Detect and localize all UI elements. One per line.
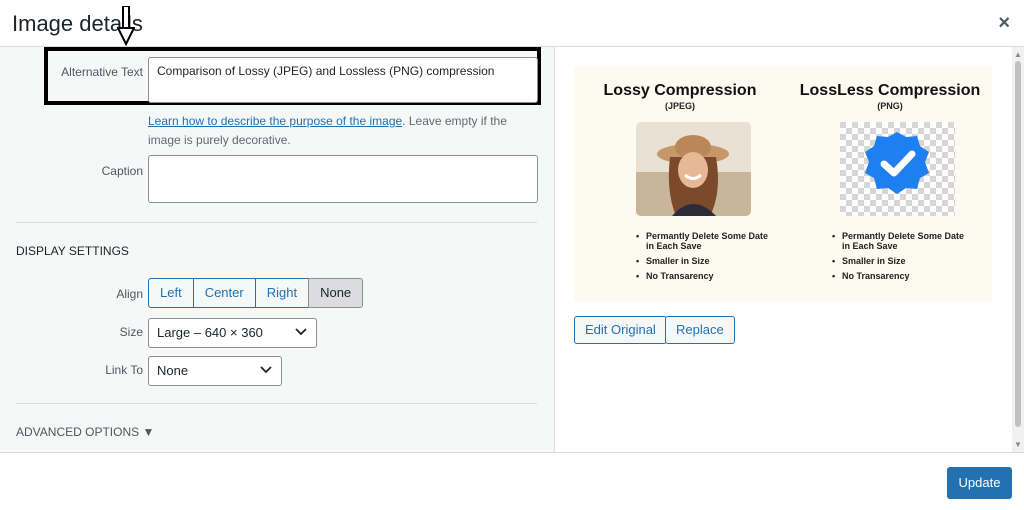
alt-text-help-link[interactable]: Learn how to describe the purpose of the… <box>148 114 402 128</box>
close-icon[interactable]: × <box>998 12 1010 35</box>
lossless-subtitle: (PNG) <box>877 101 903 111</box>
scrollbar[interactable]: ▲ ▼ <box>1012 47 1024 452</box>
chevron-down-icon <box>260 366 272 374</box>
caption-field[interactable] <box>148 155 538 203</box>
align-button-group: Left Center Right None <box>148 278 364 308</box>
image-thumbnail: Lossy Compression (JPEG) LossLess Compre… <box>574 67 992 301</box>
lossless-bullet: Permantly Delete Some Date in Each Save <box>832 231 972 251</box>
alt-text-field[interactable]: Comparison of Lossy (JPEG) and Lossless … <box>148 57 538 103</box>
align-none-button[interactable]: None <box>308 278 364 308</box>
image-preview-pane: Lossy Compression (JPEG) LossLess Compre… <box>556 47 1012 452</box>
align-center-button[interactable]: Center <box>192 278 256 308</box>
scroll-down-icon[interactable]: ▼ <box>1014 440 1022 449</box>
size-label: Size <box>119 325 143 339</box>
png-checkmark-image <box>840 122 955 216</box>
align-label: Align <box>116 287 143 301</box>
lossless-title: LossLess Compression <box>799 82 981 99</box>
align-left-button[interactable]: Left <box>148 278 194 308</box>
down-arrow-icon <box>117 6 135 46</box>
replace-button[interactable]: Replace <box>665 316 735 344</box>
divider <box>16 403 537 404</box>
lossy-title: Lossy Compression <box>603 82 757 99</box>
edit-original-button[interactable]: Edit Original <box>574 316 667 344</box>
advanced-options-toggle[interactable]: ADVANCED OPTIONS ▼ <box>16 425 154 439</box>
divider <box>16 222 537 223</box>
lossy-bullet: Permantly Delete Some Date in Each Save <box>636 231 776 251</box>
alt-text-help: Learn how to describe the purpose of the… <box>148 112 538 150</box>
lossy-subtitle: (JPEG) <box>664 101 695 111</box>
jpeg-photo-image <box>636 122 751 216</box>
lossy-bullet: Smaller in Size <box>636 256 776 266</box>
lossless-bullet: No Transarency <box>832 271 972 281</box>
size-select-value: Large – 640 × 360 <box>157 325 263 340</box>
chevron-down-icon <box>295 328 307 336</box>
link-to-select-value: None <box>157 363 189 378</box>
attachment-settings: Alternative Text Comparison of Lossy (JP… <box>0 47 555 452</box>
lossless-bullets: Permantly Delete Some Date in Each Save … <box>832 231 972 286</box>
update-button[interactable]: Update <box>947 467 1012 499</box>
scrollbar-thumb[interactable] <box>1015 61 1021 427</box>
dialog-footer: Update <box>0 452 1024 510</box>
lossy-bullets: Permantly Delete Some Date in Each Save … <box>636 231 776 286</box>
alt-text-label: Alternative Text <box>61 65 143 79</box>
link-to-label: Link To <box>105 363 143 377</box>
caption-label: Caption <box>101 164 143 178</box>
size-select[interactable]: Large – 640 × 360 <box>148 318 317 348</box>
scroll-up-icon[interactable]: ▲ <box>1014 50 1022 59</box>
dialog-header: Image details × <box>0 0 1024 47</box>
display-settings-title: DISPLAY SETTINGS <box>16 244 129 258</box>
lossless-bullet: Smaller in Size <box>832 256 972 266</box>
align-right-button[interactable]: Right <box>254 278 310 308</box>
lossy-bullet: No Transarency <box>636 271 776 281</box>
link-to-select[interactable]: None <box>148 356 282 386</box>
